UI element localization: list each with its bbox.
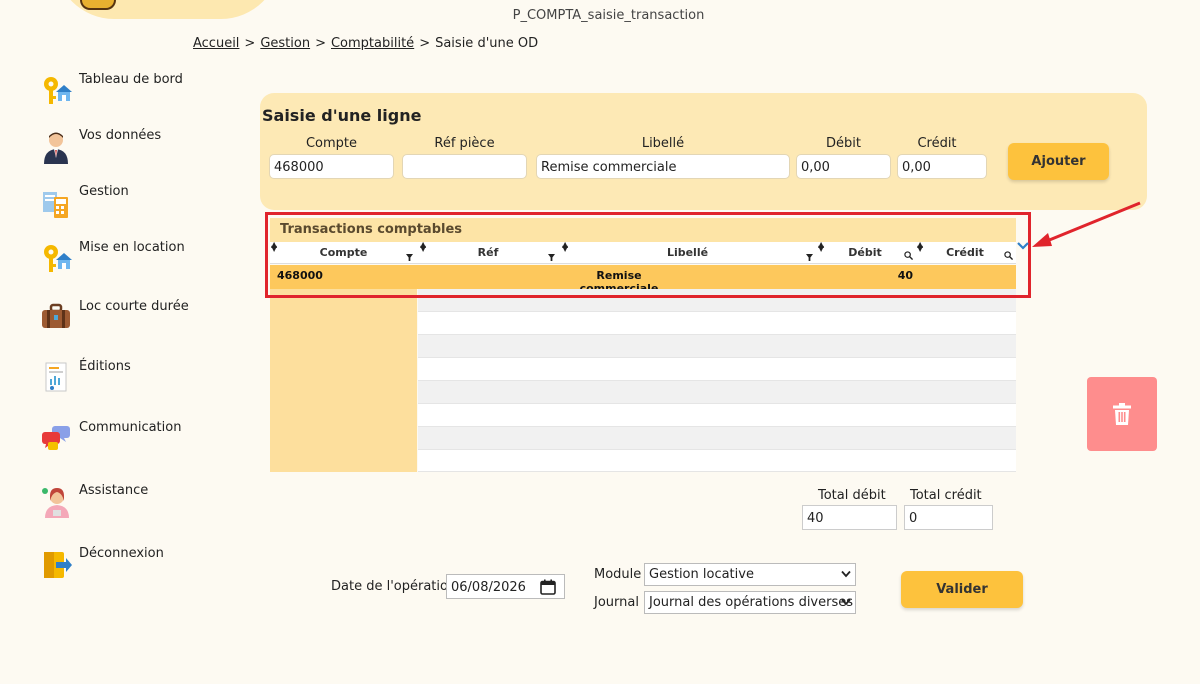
table-row[interactable] — [270, 404, 1016, 427]
page-identifier: P_COMPTA_saisie_transaction — [512, 8, 705, 23]
sidebar-item-label: Assistance — [79, 483, 149, 498]
chevron-down-icon — [841, 570, 851, 578]
journal-select[interactable]: Journal des opérations diverses — [644, 591, 856, 614]
ref-piece-input[interactable] — [402, 154, 527, 179]
sidebar-item-loc-courte-duree[interactable]: Loc courte durée — [40, 299, 220, 339]
breadcrumb-link-accueil[interactable]: Accueil — [193, 36, 239, 51]
headset-agent-icon — [42, 488, 69, 518]
compte-input[interactable]: 468000 — [269, 154, 394, 179]
total-credit-label: Total crédit — [910, 488, 982, 503]
sidebar-item-label: Vos données — [79, 128, 162, 143]
table-row[interactable] — [270, 381, 1016, 404]
journal-selected-value: Journal des opérations diverses — [649, 595, 854, 610]
sidebar-item-vos-donnees[interactable]: Vos données — [40, 128, 220, 168]
module-label: Module — [594, 567, 642, 582]
sidebar-item-gestion[interactable]: Gestion — [40, 184, 220, 224]
sidebar-item-communication[interactable]: Communication — [40, 420, 220, 460]
delete-button[interactable] — [1087, 377, 1157, 451]
operation-date-value: 06/08/2026 — [451, 580, 526, 595]
credit-input[interactable]: 0,00 — [897, 154, 987, 179]
chevron-down-icon[interactable] — [1017, 241, 1029, 251]
libelle-label: Libellé — [641, 136, 685, 151]
key-house-icon — [44, 245, 72, 272]
highlight-frame — [265, 212, 1031, 298]
journal-label: Journal — [594, 595, 639, 610]
sidebar-item-mise-en-location[interactable]: Mise en location — [40, 240, 220, 280]
sidebar-item-label: Gestion — [79, 184, 129, 199]
sidebar-item-label: Éditions — [79, 359, 131, 374]
chat-bubbles-icon — [42, 426, 70, 450]
breadcrumb-separator: > — [315, 36, 326, 51]
table-row[interactable] — [270, 312, 1016, 335]
breadcrumb-link-comptabilite[interactable]: Comptabilité — [331, 36, 414, 51]
sidebar-item-label: Mise en location — [79, 240, 185, 255]
sidebar-item-assistance[interactable]: Assistance — [40, 483, 220, 523]
total-credit-field[interactable]: 0 — [904, 505, 993, 530]
breadcrumb: Accueil > Gestion > Comptabilité > Saisie d'un… — [193, 36, 538, 51]
module-select[interactable]: Gestion locative — [644, 563, 856, 586]
operation-date-input[interactable]: 06/08/2026 — [446, 574, 565, 599]
module-selected-value: Gestion locative — [649, 567, 754, 582]
table-row[interactable] — [270, 450, 1016, 472]
key-house-icon — [44, 77, 72, 104]
sidebar-item-editions[interactable]: Éditions — [40, 359, 220, 399]
breadcrumb-current: Saisie d'une OD — [435, 36, 539, 51]
add-button[interactable]: Ajouter — [1008, 143, 1109, 180]
table-row[interactable] — [270, 427, 1016, 450]
sidebar-item-label: Communication — [79, 420, 182, 435]
trash-icon — [1113, 403, 1131, 425]
chevron-down-icon — [841, 598, 851, 606]
calendar-icon[interactable] — [540, 579, 556, 595]
breadcrumb-separator: > — [419, 36, 431, 51]
validate-button[interactable]: Valider — [901, 571, 1023, 608]
sidebar-item-label: Loc courte durée — [79, 299, 189, 314]
sidebar-item-tableau-de-bord[interactable]: Tableau de bord — [40, 72, 220, 112]
entry-title: Saisie d'une ligne — [262, 106, 422, 125]
report-icon — [45, 362, 67, 392]
total-debit-field[interactable]: 40 — [802, 505, 897, 530]
user-icon — [44, 132, 68, 164]
breadcrumb-separator: > — [244, 36, 256, 51]
table-row[interactable] — [270, 335, 1016, 358]
ref-label: Réf pièce — [434, 136, 495, 151]
calculator-documents-icon — [43, 192, 68, 218]
debit-input[interactable]: 0,00 — [796, 154, 891, 179]
credit-label: Crédit — [917, 136, 957, 151]
compte-label: Compte — [305, 136, 358, 151]
libelle-input[interactable]: Remise commerciale — [536, 154, 790, 179]
total-debit-label: Total débit — [818, 488, 886, 503]
logout-icon — [44, 552, 72, 578]
table-row[interactable] — [270, 358, 1016, 381]
debit-label: Débit — [826, 136, 861, 151]
suitcase-icon — [42, 303, 70, 328]
sidebar-item-label: Tableau de bord — [79, 72, 183, 87]
sidebar-item-label: Déconnexion — [79, 546, 164, 561]
breadcrumb-link-gestion[interactable]: Gestion — [260, 36, 310, 51]
operation-date-label: Date de l'opération — [331, 579, 457, 594]
annotation-arrow — [1032, 201, 1141, 247]
sidebar-item-deconnexion[interactable]: Déconnexion — [40, 546, 220, 586]
